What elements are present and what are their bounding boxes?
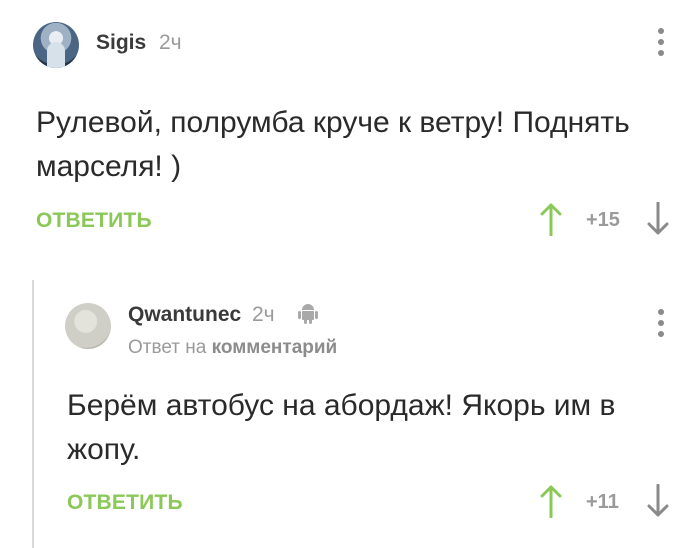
- more-vertical-icon[interactable]: [658, 28, 664, 56]
- arrow-down-icon[interactable]: [646, 484, 670, 518]
- arrow-down-icon[interactable]: [646, 202, 670, 236]
- reply-to-link[interactable]: комментарий: [212, 337, 338, 358]
- reply-to-line: Ответ на комментарий: [128, 337, 337, 359]
- comment-time: 2ч: [159, 31, 182, 54]
- avatar[interactable]: [33, 22, 79, 68]
- reply-button[interactable]: ОТВЕТИТЬ: [36, 209, 152, 233]
- comment-rating: +15: [586, 209, 620, 231]
- comment-author[interactable]: Sigis: [96, 31, 146, 55]
- android-icon: [298, 304, 318, 324]
- avatar[interactable]: [65, 303, 111, 349]
- more-vertical-icon[interactable]: [658, 309, 664, 337]
- reply-to-prefix: Ответ на: [128, 337, 207, 358]
- comment-author[interactable]: Qwantunec: [128, 303, 241, 327]
- comment-reply: Qwantunec 2ч Ответ на комментарий Берём …: [0, 280, 700, 548]
- comment: Sigis 2ч Рулевой, полрумба круче к ветру…: [0, 0, 700, 260]
- comment-text: Рулевой, полрумба круче к ветру! Поднять…: [36, 106, 630, 183]
- arrow-up-icon[interactable]: [539, 202, 563, 236]
- arrow-up-icon[interactable]: [539, 484, 563, 518]
- reply-button[interactable]: ОТВЕТИТЬ: [67, 491, 183, 515]
- comment-rating: +11: [586, 491, 619, 513]
- comment-text: Берём автобус на абордаж! Якорь им в жоп…: [67, 389, 616, 466]
- comment-time: 2ч: [252, 303, 275, 326]
